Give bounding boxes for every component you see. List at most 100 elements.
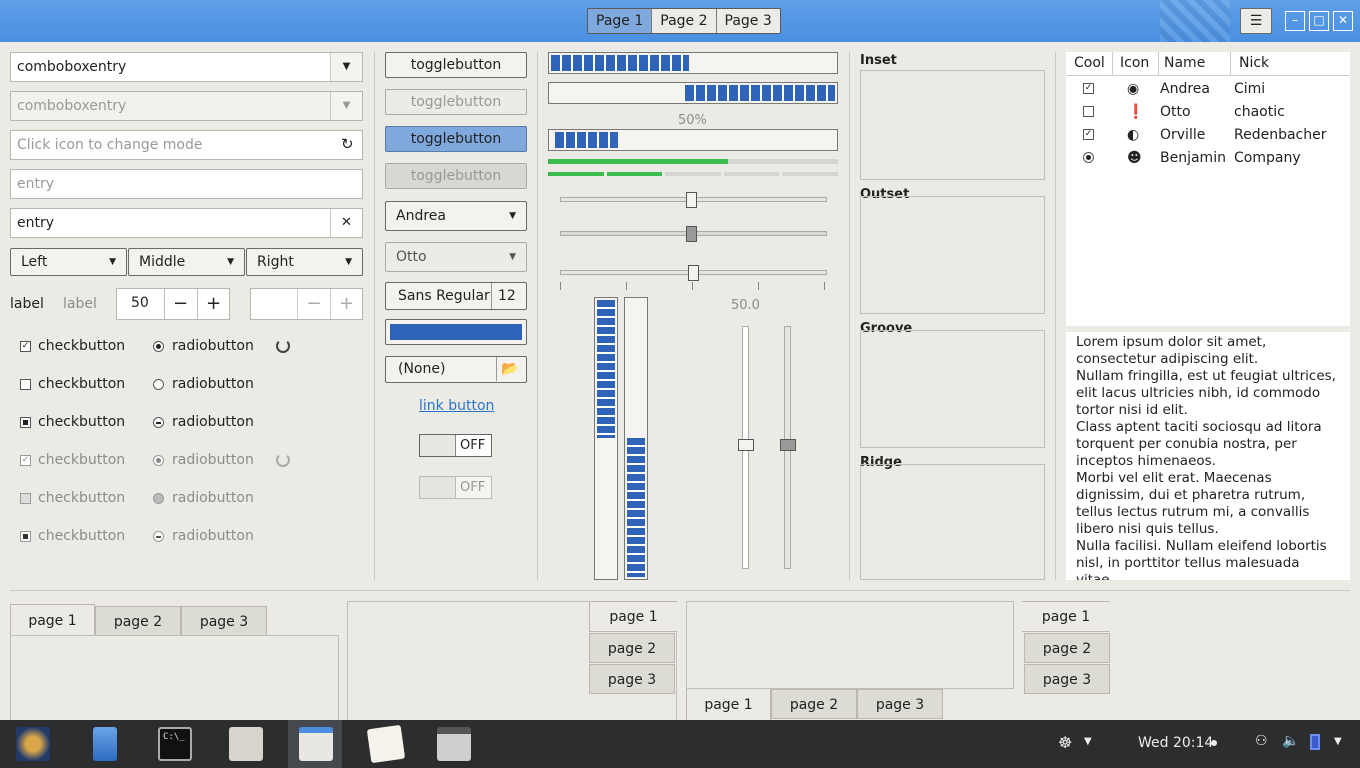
minimize-icon[interactable]: – <box>1285 11 1305 31</box>
notebook-top-page <box>10 635 339 725</box>
minus-icon: − <box>297 289 330 319</box>
scale-1-knob[interactable] <box>686 192 697 208</box>
chevron-down-icon[interactable]: ▼ <box>1084 736 1092 747</box>
combo-otto[interactable]: Otto ▼ <box>385 242 527 272</box>
clock[interactable]: Wed 20:14 <box>1138 735 1213 751</box>
tab-page-1[interactable]: page 1 <box>589 601 677 632</box>
plus-icon[interactable]: + <box>197 289 229 319</box>
tab-page-3[interactable]: page 3 <box>589 664 675 694</box>
togglebutton-active-disabled: togglebutton <box>385 163 527 189</box>
terminal-icon[interactable]: C:\_ <box>158 727 192 761</box>
tree-name[interactable]: Otto <box>1160 104 1191 120</box>
segmented-middle[interactable]: Middle ▼ <box>128 248 245 276</box>
close-icon[interactable]: ✕ <box>1333 11 1353 31</box>
hamburger-icon[interactable]: ☰ <box>1240 8 1272 34</box>
maximize-icon[interactable]: □ <box>1309 11 1329 31</box>
radio-selected-disabled <box>153 455 164 466</box>
frame-groove <box>860 330 1045 448</box>
radio-inconsistent[interactable] <box>153 417 164 428</box>
checkbox-checked[interactable]: ✓ <box>20 341 31 352</box>
row-checkbox[interactable]: ✓ <box>1083 83 1094 94</box>
checkbutton-label: checkbutton <box>38 338 126 354</box>
checkbox-checked-disabled: ✓ <box>20 455 31 466</box>
tab-page-3[interactable]: page 3 <box>857 689 943 719</box>
network-icon[interactable]: ⚇ <box>1255 733 1268 749</box>
minus-icon[interactable]: − <box>164 289 196 319</box>
progress-text: 50% <box>678 113 707 128</box>
tab-page-2[interactable]: page 2 <box>771 689 857 719</box>
notebook-bottom-page <box>686 601 1014 689</box>
file-manager-icon[interactable] <box>93 727 117 761</box>
progress-bar-1 <box>548 52 838 74</box>
volume-icon[interactable]: 🔈 <box>1282 733 1299 749</box>
accessibility-icon[interactable]: ☸ <box>1058 733 1072 752</box>
combo-andrea[interactable]: Andrea ▼ <box>385 201 527 231</box>
checkbox-inconsistent[interactable] <box>20 417 31 428</box>
tab-page-2[interactable]: page 2 <box>589 633 675 663</box>
tab-page-2[interactable]: page 2 <box>95 606 181 636</box>
scale-3-knob[interactable] <box>688 265 699 281</box>
segmented-right[interactable]: Right ▼ <box>246 248 363 276</box>
stack-page-2[interactable]: Page 2 <box>652 9 717 33</box>
switch-knob-disabled <box>420 477 456 498</box>
tab-page-2[interactable]: page 2 <box>1024 633 1110 663</box>
clear-icon[interactable]: ✕ <box>330 209 362 237</box>
tree-name[interactable]: Orville <box>1160 127 1205 143</box>
tab-page-1[interactable]: page 1 <box>10 604 95 636</box>
menu-icon[interactable] <box>16 727 50 761</box>
vertical-scale-1-knob[interactable] <box>738 439 754 451</box>
scale-value: 50.0 <box>731 298 760 313</box>
chevron-down-icon[interactable]: ▼ <box>330 53 362 81</box>
radio-selected[interactable] <box>153 341 164 352</box>
checkbox-unchecked[interactable] <box>20 379 31 390</box>
comboboxentry-1[interactable]: comboboxentry <box>10 52 363 82</box>
separator <box>374 52 375 580</box>
refresh-icon[interactable]: ↻ <box>341 135 354 153</box>
segmented-left[interactable]: Left ▼ <box>10 248 127 276</box>
tab-page-1[interactable]: page 1 <box>686 689 771 721</box>
togglebutton[interactable]: togglebutton <box>385 52 527 78</box>
tab-page-1[interactable]: page 1 <box>1022 601 1110 632</box>
tree-name[interactable]: Andrea <box>1160 81 1210 97</box>
entry-with-clear[interactable]: entry <box>10 208 363 238</box>
switch-knob[interactable] <box>420 435 456 456</box>
tree-nick[interactable]: Cimi <box>1234 81 1265 97</box>
entry-placeholder[interactable]: entry <box>10 169 363 199</box>
row-radio[interactable] <box>1083 152 1094 163</box>
text-view[interactable]: Lorem ipsum dolor sit amet, consectetur … <box>1066 332 1350 580</box>
level-bar-discrete <box>548 172 838 176</box>
settings-icon[interactable] <box>229 727 263 761</box>
tree-name[interactable]: Benjamin <box>1160 150 1226 166</box>
radio-unselected[interactable] <box>153 379 164 390</box>
column-name[interactable]: Name <box>1164 55 1205 71</box>
tree-nick[interactable]: Company <box>1234 150 1301 166</box>
row-checkbox[interactable]: ✓ <box>1083 129 1094 140</box>
tab-page-3[interactable]: page 3 <box>1024 664 1110 694</box>
folder-open-icon: 📂 <box>496 357 518 381</box>
tree-nick[interactable]: Redenbacher <box>1234 127 1327 143</box>
icon-entry[interactable]: Click icon to change mode <box>10 130 363 160</box>
checkbox-unchecked-disabled <box>20 493 31 504</box>
link-button[interactable]: link button <box>419 398 494 414</box>
column-cool[interactable]: Cool <box>1074 55 1105 71</box>
file-chooser-button[interactable]: (None) 📂 <box>385 356 527 383</box>
stack-page-3[interactable]: Page 3 <box>716 9 780 33</box>
header-decoration <box>1160 0 1230 42</box>
tree-nick[interactable]: chaotic <box>1234 104 1285 120</box>
text-editor-icon[interactable] <box>366 724 406 764</box>
window-icon[interactable] <box>437 727 471 761</box>
chevron-down-icon[interactable]: ▼ <box>1334 736 1342 747</box>
column-nick[interactable]: Nick <box>1239 55 1269 71</box>
radiobutton-label: radiobutton <box>172 490 254 506</box>
level-bar <box>548 159 838 164</box>
font-button[interactable]: Sans Regular 12 <box>385 282 527 310</box>
togglebutton-active[interactable]: togglebutton <box>385 126 527 152</box>
radio-inconsistent-disabled <box>153 531 164 542</box>
gtk-demo-icon[interactable] <box>299 727 333 761</box>
row-checkbox[interactable] <box>1083 106 1094 117</box>
battery-icon[interactable] <box>1310 734 1320 750</box>
column-icon[interactable]: Icon <box>1120 55 1149 71</box>
stack-page-1[interactable]: Page 1 <box>588 9 653 33</box>
tab-page-3[interactable]: page 3 <box>181 606 267 636</box>
color-button[interactable] <box>385 319 527 345</box>
